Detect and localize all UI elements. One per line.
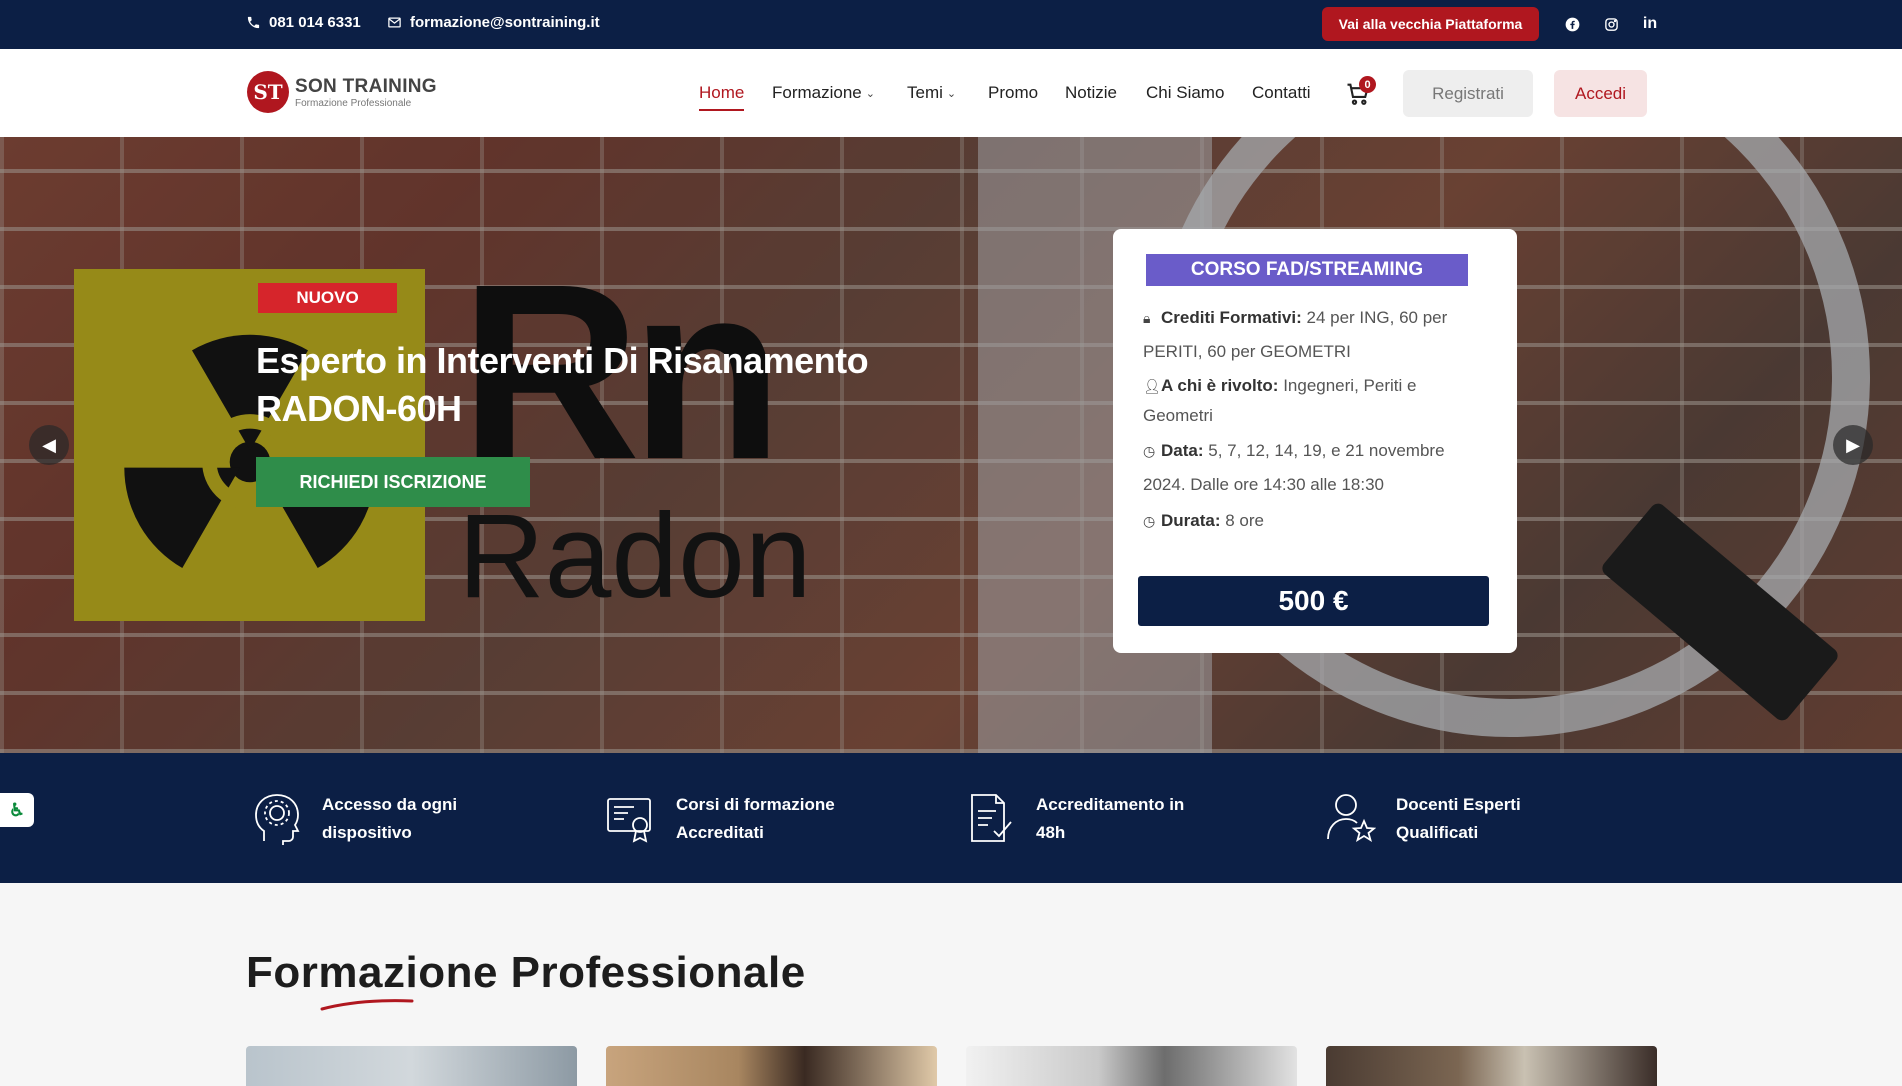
audience-label: A chi è rivolto: xyxy=(1161,376,1279,395)
date-label: Data: xyxy=(1161,441,1204,460)
date-row: ◷ Data: 5, 7, 12, 14, 19, e 21 novembre 2… xyxy=(1143,434,1483,502)
accessibility-icon: ♿︎ xyxy=(8,799,26,820)
title-underline xyxy=(320,999,414,1011)
logo-title: SON TRAINING xyxy=(295,75,437,97)
certificate-icon xyxy=(607,798,651,843)
feature-2-line1: Corsi di formazione xyxy=(676,795,835,814)
old-platform-button[interactable]: Vai alla vecchia Piattaforma xyxy=(1322,7,1539,41)
linkedin-icon[interactable]: in xyxy=(1640,14,1660,34)
clock-icon: ◷ xyxy=(1143,443,1156,459)
section-title: Formazione Professionale xyxy=(246,948,806,997)
cart-count-badge: 0 xyxy=(1359,76,1376,93)
credits-row: 🔒︎ Crediti Formativi: 24 per ING, 60 per … xyxy=(1143,301,1483,369)
chevron-left-icon: ◀ xyxy=(42,434,56,455)
slider-next-button[interactable]: ▶ xyxy=(1833,425,1873,465)
chevron-down-icon: ⌄ xyxy=(865,87,875,100)
logo-subtitle: Formazione Professionale xyxy=(295,97,412,109)
course-card-thumbnail[interactable] xyxy=(246,1046,577,1086)
course-card-thumbnail[interactable] xyxy=(606,1046,937,1086)
login-button[interactable]: Accedi xyxy=(1554,70,1647,117)
logo-mark: ST xyxy=(247,71,289,113)
user-plus-icon: 👤︎ xyxy=(1143,378,1161,394)
register-button[interactable]: Registrati xyxy=(1403,70,1533,117)
nav-notizie-label: Notizie xyxy=(1065,83,1117,102)
instagram-icon[interactable] xyxy=(1601,14,1621,34)
envelope-icon xyxy=(388,17,401,28)
feature-4-line2: Qualificati xyxy=(1396,823,1479,842)
document-check-icon xyxy=(971,794,1012,842)
nav-home[interactable]: Home xyxy=(699,83,745,111)
feature-2-line2: Accreditati xyxy=(676,823,764,842)
accessibility-button[interactable]: ♿︎ xyxy=(0,793,34,827)
phone-number: 081 014 6331 xyxy=(269,14,361,31)
nav-notizie[interactable]: Notizie xyxy=(1065,83,1117,103)
course-info-card: CORSO FAD/STREAMING 🔒︎ Crediti Formativi:… xyxy=(1113,229,1517,653)
course-type-badge: CORSO FAD/STREAMING xyxy=(1146,254,1468,286)
request-enrollment-button[interactable]: RICHIEDI ISCRIZIONE xyxy=(256,457,530,507)
nav-contatti[interactable]: Contatti xyxy=(1252,83,1311,103)
nav-temi-label: Temi xyxy=(907,83,943,102)
feature-1-line1: Accesso da ogni xyxy=(322,795,458,814)
nav-temi[interactable]: Temi ⌄ xyxy=(907,83,956,103)
radon-word-text: Radon xyxy=(458,489,812,623)
hero-slider: Rn Radon NUOVO Esperto in Interventi Di … xyxy=(0,137,1902,753)
main-header: ST SON TRAINING Formazione Professionale… xyxy=(0,49,1902,137)
feature-1-line2: dispositivo xyxy=(322,823,412,842)
feature-3-line1: Accreditamento in xyxy=(1036,795,1185,814)
phone-link[interactable]: 081 014 6331 xyxy=(246,14,361,31)
facebook-icon[interactable] xyxy=(1562,14,1582,34)
nav-formazione-label: Formazione xyxy=(772,83,862,102)
price-button[interactable]: 500 € xyxy=(1138,576,1489,626)
credits-label: Crediti Formativi: xyxy=(1161,308,1302,327)
nav-promo-label: Promo xyxy=(988,83,1039,102)
feature-3-line2: 48h xyxy=(1036,823,1066,842)
user-star-icon xyxy=(1327,794,1376,842)
clock-icon: ◷ xyxy=(1143,513,1156,529)
duration-label: Durata: xyxy=(1161,511,1221,530)
audience-row: 👤︎A chi è rivolto: Ingegneri, Periti e G… xyxy=(1143,371,1483,431)
chevron-right-icon: ▶ xyxy=(1846,434,1860,455)
feature-item: Docenti Esperti Qualificati xyxy=(1326,791,1566,847)
email-link[interactable]: formazione@sontraining.it xyxy=(387,14,600,31)
course-card-thumbnail[interactable] xyxy=(1326,1046,1657,1086)
site-logo[interactable]: ST SON TRAINING Formazione Professionale xyxy=(247,71,437,113)
feature-4-line1: Docenti Esperti xyxy=(1396,795,1521,814)
email-address: formazione@sontraining.it xyxy=(410,14,600,31)
phone-icon xyxy=(247,16,260,29)
duration-value: 8 ore xyxy=(1225,511,1264,530)
nav-contatti-label: Contatti xyxy=(1252,83,1311,102)
top-bar: 081 014 6331 formazione@sontraining.it V… xyxy=(0,0,1902,49)
features-strip: Accesso da ogni dispositivo Corsi di form… xyxy=(0,753,1902,883)
nav-home-label: Home xyxy=(699,83,745,102)
chevron-down-icon: ⌄ xyxy=(946,87,957,100)
feature-item: Accesso da ogni dispositivo xyxy=(252,791,492,847)
feature-item: Accreditamento in 48h xyxy=(966,791,1206,847)
nav-promo[interactable]: Promo xyxy=(988,83,1038,103)
course-card-thumbnail[interactable] xyxy=(966,1046,1297,1086)
slider-prev-button[interactable]: ◀ xyxy=(29,425,69,465)
nav-chi-siamo[interactable]: Chi Siamo xyxy=(1146,83,1224,103)
duration-row: ◷ Durata: 8 ore xyxy=(1143,504,1483,538)
new-badge: NUOVO xyxy=(258,283,397,313)
hero-title: Esperto in Interventi Di Risanamento RAD… xyxy=(256,340,869,429)
lock-icon: 🔒︎ xyxy=(1143,310,1151,326)
feature-item: Corsi di formazione Accreditati xyxy=(606,791,846,847)
head-gear-icon xyxy=(255,794,300,845)
nav-formazione[interactable]: Formazione ⌄ xyxy=(772,83,875,103)
nav-chi-siamo-label: Chi Siamo xyxy=(1146,83,1225,102)
